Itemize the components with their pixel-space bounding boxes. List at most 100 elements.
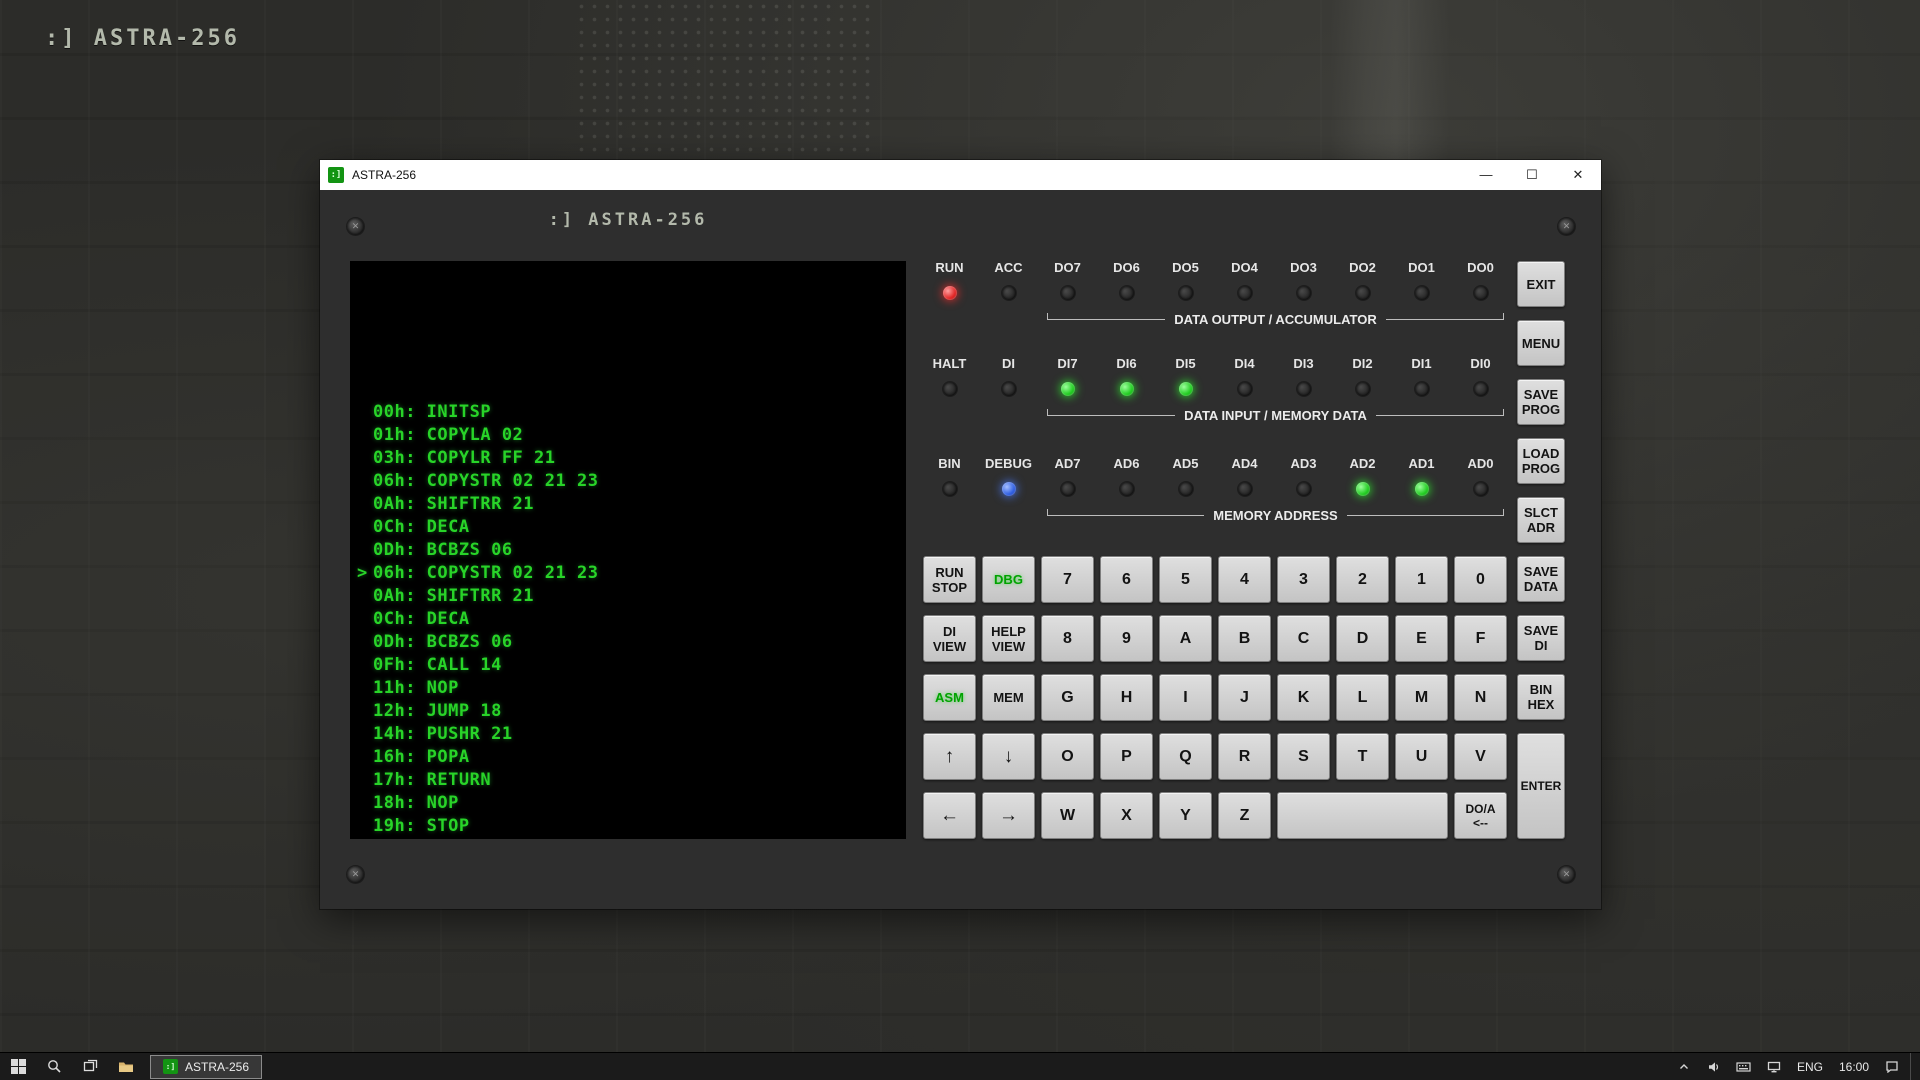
key-r[interactable]: R [1218,733,1271,780]
key-9[interactable]: 9 [1100,615,1153,662]
touch-keyboard-button[interactable] [1732,1053,1756,1080]
group-bracket: DATA INPUT / MEMORY DATA [1047,407,1504,424]
key-g[interactable]: G [1041,674,1094,721]
key-di-view[interactable]: DI VIEW [923,615,976,662]
key-w[interactable]: W [1041,792,1094,839]
terminal-line: 18h: NOP [350,792,906,815]
clock[interactable]: 16:00 [1834,1060,1874,1074]
key-d[interactable]: D [1336,615,1389,662]
close-button[interactable]: ✕ [1555,160,1601,190]
minimize-button[interactable]: — [1463,160,1509,190]
key-2[interactable]: 2 [1336,556,1389,603]
save-data-button[interactable]: SAVE DATA [1517,556,1565,602]
key-e[interactable]: E [1395,615,1448,662]
key-i[interactable]: I [1159,674,1212,721]
key-p[interactable]: P [1100,733,1153,780]
key-l[interactable]: L [1336,674,1389,721]
led-label-do7: DO7 [1038,260,1097,276]
terminal-line: 0Dh: BCBZS 06 [350,631,906,654]
key-arrow-left[interactable]: ← [923,792,976,839]
key-0[interactable]: 0 [1454,556,1507,603]
led-label-do5: DO5 [1156,260,1215,276]
key-4[interactable]: 4 [1218,556,1271,603]
desktop: :] ASTRA-256 :] ASTRA-256 — ☐ ✕ ✕ ✕ ✕ ✕ … [0,0,1920,1080]
key-arrow-right[interactable]: → [982,792,1035,839]
key-do-a[interactable]: DO/A <-- [1454,792,1507,839]
led-debug [1002,482,1016,496]
key-7[interactable]: 7 [1041,556,1094,603]
key-mem[interactable]: MEM [982,674,1035,721]
show-desktop-button[interactable] [1910,1053,1916,1080]
key-u[interactable]: U [1395,733,1448,780]
key-5[interactable]: 5 [1159,556,1212,603]
notification-center-button[interactable] [1880,1053,1904,1080]
key-c[interactable]: C [1277,615,1330,662]
key-n[interactable]: N [1454,674,1507,721]
key-asm[interactable]: ASM [923,674,976,721]
led-label-ad7: AD7 [1038,456,1097,472]
key-m[interactable]: M [1395,674,1448,721]
load-prog-button[interactable]: LOAD PROG [1517,438,1565,484]
notification-icon [1885,1060,1899,1073]
led-row-data-output: RUNACCDO7DO6DO5DO4DO3DO2DO1DO0 DATA OUTP… [920,260,1510,328]
key-3[interactable]: 3 [1277,556,1330,603]
key-arrow-up[interactable]: ↑ [923,733,976,780]
led-labels: RUNACCDO7DO6DO5DO4DO3DO2DO1DO0 [920,260,1510,276]
key-k[interactable]: K [1277,674,1330,721]
key-1[interactable]: 1 [1395,556,1448,603]
terminal-line: 19h: STOP [350,815,906,838]
file-explorer-button[interactable] [108,1053,144,1080]
key-b[interactable]: B [1218,615,1271,662]
key-y[interactable]: Y [1159,792,1212,839]
led-lights [920,480,1510,498]
led-di7 [1061,382,1075,396]
language-indicator[interactable]: ENG [1792,1060,1828,1074]
key-z[interactable]: Z [1218,792,1271,839]
led-do6 [1120,286,1134,300]
terminal-line: 06h: COPYSTR 02 21 23 [350,470,906,493]
hidden-icons-chevron[interactable] [1672,1053,1696,1080]
key-t[interactable]: T [1336,733,1389,780]
save-prog-button[interactable]: SAVE PROG [1517,379,1565,425]
led-label-run: RUN [920,260,979,276]
led-di5 [1179,382,1193,396]
save-di-button[interactable]: SAVE DI [1517,615,1565,661]
group-label-data-output: DATA OUTPUT / ACCUMULATOR [1165,311,1385,328]
key-v[interactable]: V [1454,733,1507,780]
start-button[interactable] [0,1053,36,1080]
key-s[interactable]: S [1277,733,1330,780]
bin-hex-button[interactable]: BIN HEX [1517,674,1565,720]
volume-button[interactable] [1702,1053,1726,1080]
exit-button[interactable]: EXIT [1517,261,1565,307]
key-6[interactable]: 6 [1100,556,1153,603]
led-acc [1002,286,1016,300]
network-button[interactable] [1762,1053,1786,1080]
task-view-button[interactable] [72,1053,108,1080]
menu-button[interactable]: MENU [1517,320,1565,366]
key-a[interactable]: A [1159,615,1212,662]
taskbar-app-astra-256[interactable]: :] ASTRA-256 [150,1055,262,1079]
terminal-line: 17h: RETURN [350,769,906,792]
key-dbg[interactable]: DBG [982,556,1035,603]
led-label-di4: DI4 [1215,356,1274,372]
screw-icon: ✕ [1558,218,1575,235]
key-8[interactable]: 8 [1041,615,1094,662]
key-blank[interactable] [1277,792,1448,839]
slct-adr-button[interactable]: SLCT ADR [1517,497,1565,543]
key-f[interactable]: F [1454,615,1507,662]
search-button[interactable] [36,1053,72,1080]
led-label-halt: HALT [920,356,979,372]
key-q[interactable]: Q [1159,733,1212,780]
led-label-do3: DO3 [1274,260,1333,276]
key-o[interactable]: O [1041,733,1094,780]
enter-button[interactable]: ENTER [1517,733,1565,839]
key-j[interactable]: J [1218,674,1271,721]
led-ad0 [1474,482,1488,496]
key-help-view[interactable]: HELP VIEW [982,615,1035,662]
key-x[interactable]: X [1100,792,1153,839]
key-h[interactable]: H [1100,674,1153,721]
key-run-stop[interactable]: RUN STOP [923,556,976,603]
maximize-button[interactable]: ☐ [1509,160,1555,190]
key-arrow-down[interactable]: ↓ [982,733,1035,780]
led-do0 [1474,286,1488,300]
